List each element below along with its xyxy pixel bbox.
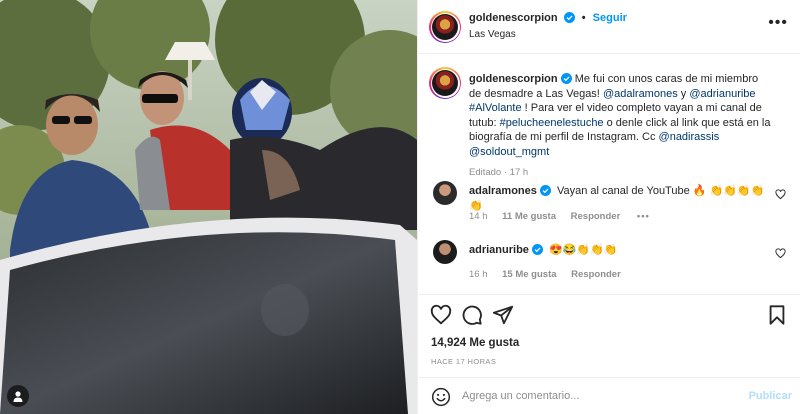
reply-button[interactable]: Responder [571, 269, 621, 280]
author-username[interactable]: goldenescorpion [469, 12, 558, 24]
comment-item: adrianuribe 😍😂👏👏👏 16 h 15 Me gusta Respo… [429, 238, 788, 288]
user-icon [13, 390, 23, 402]
comments-list[interactable]: goldenescorpion Me fui con unos caras de… [418, 54, 800, 294]
like-comment-heart-icon[interactable] [775, 248, 786, 259]
mention-soldout-mgmt[interactable]: @soldout_mgmt [469, 146, 549, 158]
post-photo-image [0, 0, 417, 414]
save-bookmark-icon[interactable] [766, 304, 788, 326]
follow-button[interactable]: Seguir [593, 12, 627, 24]
comment-time[interactable]: 14 h [469, 211, 488, 222]
comment-text: adalramones Vayan al canal de YouTube 🔥 … [469, 184, 772, 213]
post-comment-button[interactable]: Publicar [749, 390, 792, 402]
emoji-icon[interactable] [431, 387, 451, 407]
location-link[interactable]: Las Vegas [469, 29, 516, 40]
verified-badge-icon [539, 185, 551, 196]
hashtag-pelucheenelestuche[interactable]: #pelucheenelestuche [500, 117, 604, 129]
comment-likes[interactable]: 15 Me gusta [502, 269, 556, 280]
edited-label: Editado [469, 167, 502, 178]
comment-meta: 14 h 11 Me gusta Responder ••• [469, 211, 650, 222]
commenter-avatar[interactable] [433, 181, 457, 205]
tagged-users-button[interactable] [7, 385, 29, 407]
caption-text: goldenescorpion Me fui con unos caras de… [469, 73, 771, 158]
commenter-username[interactable]: adalramones [469, 185, 537, 197]
mention-adrianuribe[interactable]: @adrianuribe [689, 88, 755, 100]
caption: goldenescorpion Me fui con unos caras de… [429, 67, 788, 192]
caption-meta: Editado · 17 h [469, 167, 529, 178]
caption-author-avatar[interactable] [429, 67, 461, 99]
commenter-avatar[interactable] [433, 240, 457, 264]
share-send-icon[interactable] [492, 304, 514, 326]
comment-likes[interactable]: 11 Me gusta [502, 211, 556, 222]
post-side-panel: goldenescorpion • Seguir Las Vegas ••• g… [417, 0, 800, 414]
comment-time[interactable]: 16 h [469, 269, 488, 280]
post-photo[interactable] [0, 0, 417, 414]
verified-badge-icon [531, 244, 543, 255]
comment-text: adrianuribe 😍😂👏👏👏 [469, 243, 772, 258]
caption-author-username[interactable]: goldenescorpion [469, 73, 558, 85]
post-time-ago[interactable]: HACE 17 HORAS [431, 357, 496, 366]
mention-adalramones[interactable]: @adalramones [603, 88, 678, 100]
likes-count[interactable]: 14,924 Me gusta [431, 337, 519, 349]
more-options-icon: ••• [768, 14, 788, 31]
mention-nadirassis[interactable]: @nadirassis [659, 131, 720, 143]
author-line: goldenescorpion • Seguir [469, 12, 627, 24]
author-avatar[interactable] [429, 11, 461, 43]
comment-options-icon[interactable]: ••• [637, 211, 650, 222]
caption-time[interactable]: 17 h [510, 167, 529, 178]
reply-button[interactable]: Responder [571, 211, 621, 222]
commenter-username[interactable]: adrianuribe [469, 244, 529, 256]
hashtag-alvolante[interactable]: #AlVolante [469, 102, 522, 114]
more-options-button[interactable]: ••• [768, 15, 788, 31]
comment-bubble-icon[interactable] [461, 304, 483, 326]
add-comment-bar: Publicar [418, 377, 800, 414]
comment-meta: 16 h 15 Me gusta Responder [469, 269, 621, 280]
comment-body: 😍😂👏👏👏 [549, 244, 618, 256]
like-heart-icon[interactable] [430, 304, 452, 326]
like-comment-heart-icon[interactable] [775, 189, 786, 200]
comment-item: adalramones Vayan al canal de YouTube 🔥 … [429, 179, 788, 229]
post-actions: 14,924 Me gusta HACE 17 HORAS [418, 294, 800, 377]
verified-badge-icon [560, 73, 572, 84]
verified-badge-icon [563, 12, 575, 23]
comment-input[interactable] [462, 387, 732, 405]
post-header: goldenescorpion • Seguir Las Vegas ••• [418, 0, 800, 54]
